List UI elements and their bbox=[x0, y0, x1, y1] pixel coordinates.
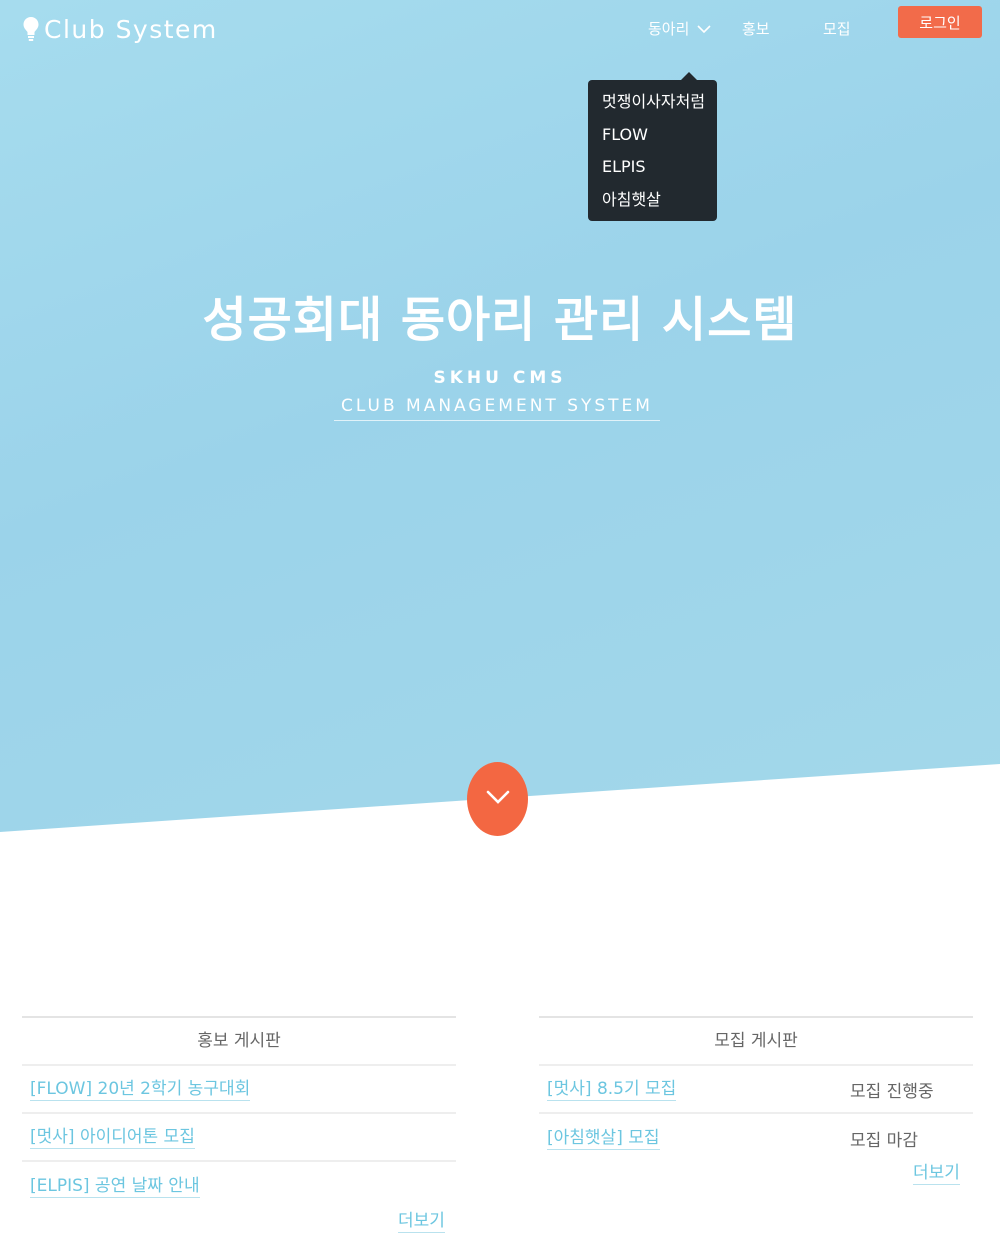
dropdown-item-flow[interactable]: FLOW bbox=[602, 123, 717, 156]
dropdown-item-elpis[interactable]: ELPIS bbox=[602, 155, 717, 188]
nav-promo[interactable]: 홍보 bbox=[742, 18, 770, 39]
post-link[interactable]: [멋사] 8.5기 모집 bbox=[547, 1078, 677, 1101]
chevron-down-icon bbox=[485, 789, 511, 809]
table-row: [멋사] 8.5기 모집 모집 진행중 bbox=[539, 1066, 973, 1114]
recruit-board-title: 모집 게시판 bbox=[539, 1018, 973, 1066]
table-row: [아침햇살] 모집 모집 마감 bbox=[539, 1114, 973, 1162]
clubs-dropdown-menu: 멋쟁이사자처럼 FLOW ELPIS 아침햇살 bbox=[588, 72, 717, 221]
dropdown-item-likelion[interactable]: 멋쟁이사자처럼 bbox=[602, 90, 717, 123]
post-link[interactable]: [멋사] 아이디어톤 모집 bbox=[30, 1126, 195, 1149]
recruit-status: 모집 마감 bbox=[850, 1130, 918, 1151]
table-row: [FLOW] 20년 2학기 농구대회 bbox=[22, 1066, 456, 1114]
recruit-more-link[interactable]: 더보기 bbox=[913, 1162, 960, 1185]
login-button[interactable]: 로그인 bbox=[898, 6, 982, 38]
post-link[interactable]: [ELPIS] 공연 날짜 안내 bbox=[30, 1175, 200, 1198]
hero-subtitle: SKHU CMS bbox=[433, 368, 567, 388]
scroll-down-button[interactable] bbox=[467, 762, 528, 836]
lightbulb-icon bbox=[22, 16, 40, 42]
table-row: [ELPIS] 공연 날짜 안내 bbox=[22, 1162, 456, 1210]
promo-board: 홍보 게시판 [FLOW] 20년 2학기 농구대회 [멋사] 아이디어톤 모집… bbox=[22, 1016, 456, 1210]
post-link[interactable]: [아침햇살] 모집 bbox=[547, 1127, 660, 1150]
recruit-status: 모집 진행중 bbox=[850, 1081, 934, 1102]
promo-board-title: 홍보 게시판 bbox=[22, 1018, 456, 1066]
nav-clubs[interactable]: 동아리 bbox=[648, 18, 711, 39]
hero-title: 성공회대 동아리 관리 시스템 bbox=[202, 292, 798, 348]
table-row: [멋사] 아이디어톤 모집 bbox=[22, 1114, 456, 1162]
hero-subtitle-link[interactable]: CLUB MANAGEMENT SYSTEM bbox=[334, 396, 660, 421]
dropdown-item-morning-sun[interactable]: 아침햇살 bbox=[602, 188, 717, 221]
brand-logo[interactable]: Club System bbox=[22, 12, 218, 46]
chevron-down-icon bbox=[697, 22, 711, 36]
promo-more-link[interactable]: 더보기 bbox=[398, 1210, 445, 1233]
nav-clubs-label: 동아리 bbox=[648, 20, 690, 38]
post-link[interactable]: [FLOW] 20년 2학기 농구대회 bbox=[30, 1078, 251, 1101]
recruit-board: 모집 게시판 [멋사] 8.5기 모집 모집 진행중 [아침햇살] 모집 모집 … bbox=[539, 1016, 973, 1162]
brand-name: Club System bbox=[44, 14, 218, 44]
nav-recruit[interactable]: 모집 bbox=[823, 18, 851, 39]
